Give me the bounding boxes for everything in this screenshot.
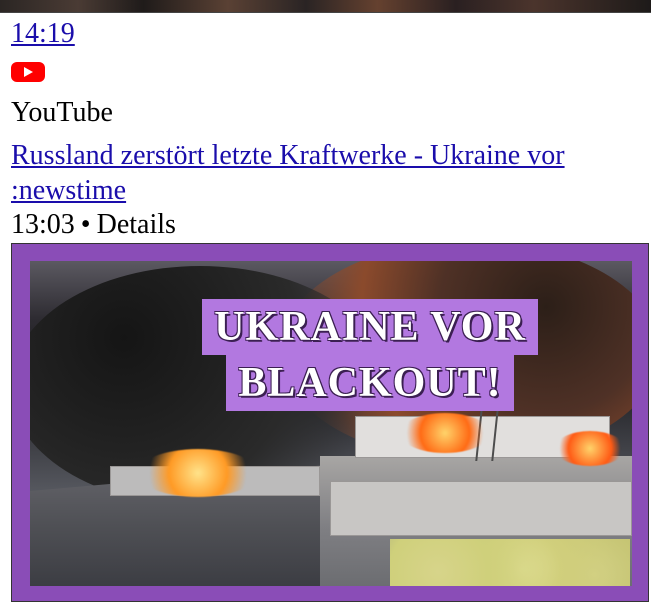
fire-glow	[555, 431, 625, 466]
source-name: YouTube	[11, 97, 113, 128]
video-title-link-continuation[interactable]: :newstime	[11, 172, 126, 209]
video-meta: 13:03 • Details	[11, 208, 176, 242]
fire-glow	[138, 449, 258, 497]
youtube-icon	[11, 62, 45, 82]
headline-line-1: UKRAINE VOR	[202, 299, 538, 355]
thumbnail-image[interactable]: UKRAINE VOR BLACKOUT!	[30, 261, 632, 586]
thumbnail-headline: UKRAINE VOR BLACKOUT!	[190, 299, 550, 411]
published-time: 13:03	[11, 209, 75, 240]
previous-video-thumbnail-strip[interactable]	[0, 0, 651, 13]
building	[330, 481, 632, 536]
headline-line-2: BLACKOUT!	[226, 355, 514, 411]
video-title-link[interactable]: Russland zerstört letzte Kraftwerke - Uk…	[11, 137, 651, 174]
timestamp-link[interactable]: 14:19	[11, 18, 75, 50]
trees	[390, 539, 630, 586]
fire-glow	[400, 413, 490, 453]
details-link[interactable]: Details	[97, 209, 176, 240]
meta-separator: •	[80, 209, 91, 240]
video-thumbnail[interactable]: UKRAINE VOR BLACKOUT!	[11, 243, 649, 602]
